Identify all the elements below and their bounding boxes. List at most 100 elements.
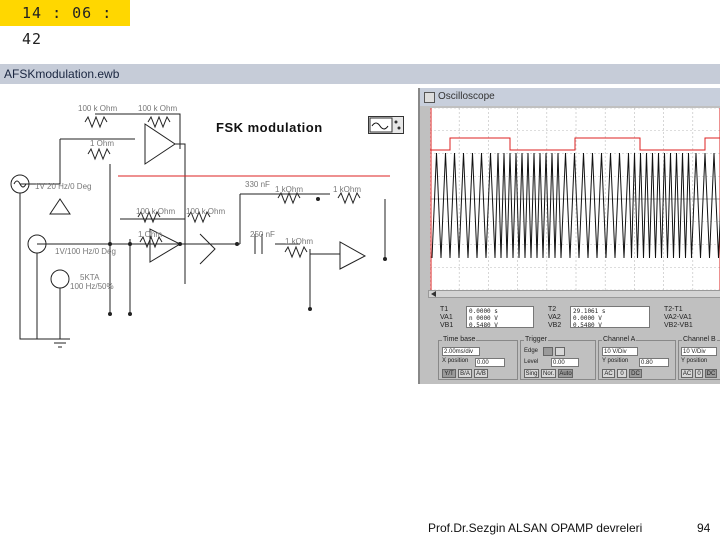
node (128, 312, 132, 316)
channel-a-ypos-field[interactable]: 0.80 (639, 358, 669, 367)
oscilloscope-titlebar[interactable]: Oscilloscope (420, 88, 720, 106)
resistor-r9 (284, 245, 308, 259)
label-r2: 100 k Ohm (138, 104, 177, 113)
vb2b1-label: VB2-VB1 (664, 322, 693, 329)
trigger-auto-button[interactable]: Auto (558, 369, 573, 378)
channel-a-dc-button[interactable]: DC (629, 369, 642, 378)
t2-label: T2 (548, 306, 557, 313)
label-clock-src2: 100 Hz/50% (70, 282, 114, 291)
t2-va: 0.0000 V (573, 315, 602, 322)
channel-a-group: Channel A 10 V/Div Y position 0.80 AC 0 … (598, 336, 676, 380)
node (316, 197, 320, 201)
opamp-3 (310, 241, 367, 270)
oscilloscope-window: Oscilloscope T1 VA1 VB1 0.0000 s n 0000 … (418, 88, 720, 384)
xpos-label: X position (442, 358, 469, 364)
ground (50, 338, 70, 348)
cursor-readouts: T1 VA1 VB1 0.0000 s n 0000 V 0.5480 V T2… (440, 306, 720, 332)
diagram-title: FSK modulation (216, 120, 323, 135)
label-src2: 1V/100 Hz/0 Deg (55, 247, 116, 256)
label-r8: 1 kOhm (333, 185, 361, 194)
channel-a-label: Channel A (602, 336, 637, 343)
node (383, 257, 387, 261)
t1-va: n 0000 V (469, 315, 498, 322)
label-c1: 330 nF (245, 180, 270, 189)
resistor-r3 (87, 147, 111, 161)
wire (19, 193, 60, 340)
edge-rise-button[interactable] (543, 347, 553, 356)
node (128, 242, 132, 246)
label-c2: 250 nF (250, 230, 275, 239)
oscilloscope-icon[interactable] (368, 116, 404, 134)
t2-time: 29.1061 s (573, 308, 606, 315)
channel-b-dc-button[interactable]: DC (705, 369, 717, 378)
ab-button[interactable]: A/B (474, 369, 488, 378)
oscilloscope-screen[interactable] (430, 108, 720, 298)
yt-button[interactable]: Y/T (442, 369, 456, 378)
trigger-group: Trigger Edge Level 0.00 Sing Nor. Auto (520, 336, 596, 380)
timebase-label: Time base (442, 336, 477, 343)
circuit-schematic[interactable]: 100 k Ohm 100 k Ohm 1 Ohm 1V 20 Hz/0 Deg… (0, 84, 420, 384)
label-src1: 1V 20 Hz/0 Deg (35, 182, 91, 191)
channel-a-ac-button[interactable]: AC (602, 369, 615, 378)
label-r9: 1 kOhm (285, 237, 313, 246)
resistor-r2 (147, 115, 171, 129)
ba-button[interactable]: B/A (458, 369, 472, 378)
label-r3: 1 Ohm (90, 139, 114, 148)
channel-b-zero-button[interactable]: 0 (695, 369, 703, 378)
window-title: AFSKmodulation.ewb (0, 64, 720, 84)
vb2-label: VB2 (548, 322, 562, 329)
channel-a-zero-button[interactable]: 0 (617, 369, 627, 378)
resistor-r8 (337, 191, 361, 205)
label-r7: 1 kOhm (275, 185, 303, 194)
edge-label: Edge (524, 348, 539, 354)
t2t1-label: T2-T1 (664, 306, 683, 313)
edge-fall-button[interactable] (555, 347, 565, 356)
scroll-left-icon[interactable] (430, 291, 438, 297)
node (308, 307, 312, 311)
t1-values: 0.0000 s n 0000 V 0.5480 V (466, 306, 534, 329)
channel-b-group: Channel B 10 V/Div Y position AC 0 DC (678, 336, 720, 380)
channel-b-ypos-label: Y position (681, 358, 708, 364)
sine-icon (369, 117, 401, 133)
channel-b-trace (430, 137, 720, 151)
label-r4: 1 Ohm (138, 230, 162, 239)
clock-display: 14 : 06 : 42 (0, 0, 130, 48)
va2a1-label: VA2-VA1 (664, 314, 692, 321)
xpos-field[interactable]: 0.00 (475, 358, 505, 367)
node (178, 242, 182, 246)
footer-author: Prof.Dr.Sezgin ALSAN OPAMP devreleri (428, 521, 643, 535)
timebase-group: Time base 2.00ms/div X position 0.00 Y/T… (438, 336, 518, 380)
t2-vb: 0.5480 V (573, 322, 602, 329)
channel-a-field[interactable]: 10 V/Div (602, 347, 638, 356)
vb1-label: VB1 (440, 322, 454, 329)
level-field[interactable]: 0.00 (551, 358, 579, 367)
wire (175, 143, 186, 284)
wire (199, 233, 216, 265)
label-clock-src: 5KTA (80, 273, 100, 282)
t2-values: 29.1061 s 0.0000 V 0.5480 V (570, 306, 650, 329)
node (235, 242, 239, 246)
page-number: 94 (697, 521, 711, 535)
label-r5: 100 k Ohm (136, 207, 175, 216)
opamp-1 (144, 123, 176, 165)
node (108, 242, 112, 246)
label-r1: 100 k Ohm (78, 104, 117, 113)
oscilloscope-title: Oscilloscope (438, 91, 495, 102)
va1-label: VA1 (440, 314, 453, 321)
level-label: Level (524, 359, 539, 365)
timebase-field[interactable]: 2.00ms/div (442, 347, 480, 356)
t1-time: 0.0000 s (469, 308, 498, 315)
t1-vb: 0.5480 V (469, 322, 498, 329)
window-menu-icon[interactable] (424, 92, 435, 103)
t1-label: T1 (440, 306, 449, 313)
label-r6: 100 k Ohm (186, 207, 225, 216)
resistor-r1 (84, 115, 108, 129)
time-scrollbar[interactable] (428, 290, 720, 298)
switch (49, 198, 71, 215)
channel-b-field[interactable]: 10 V/Div (681, 347, 717, 356)
trigger-nor-button[interactable]: Nor. (541, 369, 556, 378)
trigger-sing-button[interactable]: Sing (524, 369, 539, 378)
va2-label: VA2 (548, 314, 561, 321)
clock-source (50, 269, 70, 289)
channel-b-ac-button[interactable]: AC (681, 369, 693, 378)
